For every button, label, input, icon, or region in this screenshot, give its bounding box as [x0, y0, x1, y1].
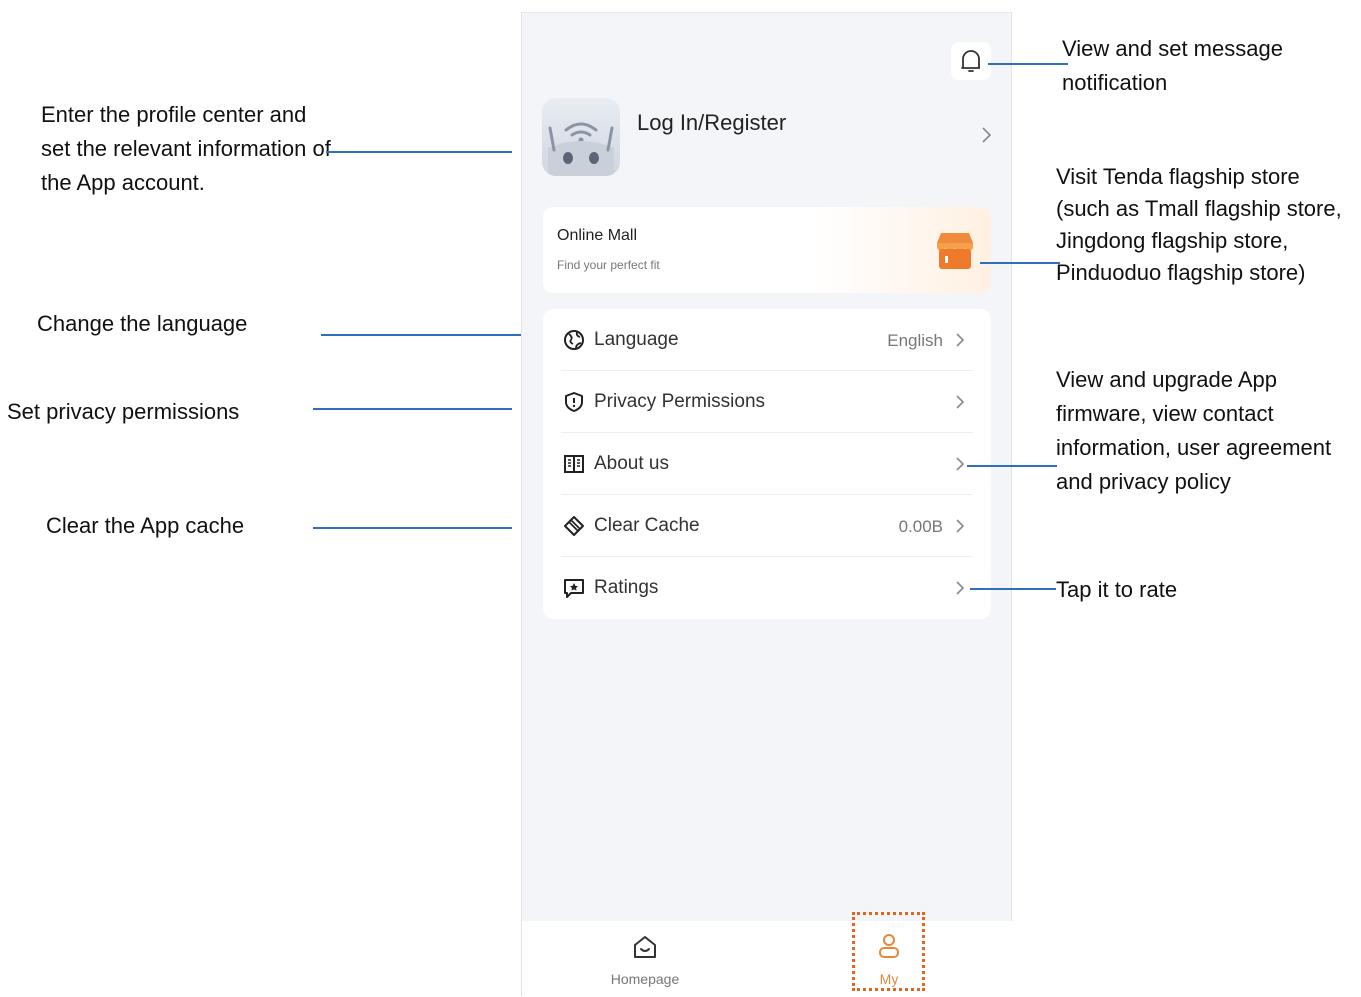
- tab-label-homepage: Homepage: [610, 971, 680, 987]
- annotation-notification: View and set message notification: [1062, 36, 1283, 95]
- home-icon: [634, 936, 656, 958]
- bottom-tab-bar: Homepage My: [522, 912, 1012, 997]
- avatar: [542, 98, 620, 176]
- annotation-about: View and upgrade App firmware, view cont…: [1056, 367, 1332, 494]
- settings-menu: Language English Privacy Permissions Abo…: [543, 309, 991, 619]
- tab-homepage[interactable]: Homepage: [585, 921, 705, 997]
- robot-avatar-icon: [548, 122, 614, 176]
- globe-icon: [564, 330, 584, 350]
- callout-line: [980, 262, 1060, 264]
- callout-line: [967, 465, 1057, 467]
- menu-item-ratings[interactable]: Ratings: [543, 557, 991, 619]
- callout-line: [988, 63, 1068, 65]
- profile-entry[interactable]: Log In/Register: [542, 98, 992, 178]
- chevron-right-icon: [956, 519, 965, 533]
- callout-line: [313, 527, 512, 529]
- callout-line: [321, 334, 521, 336]
- callout-line: [313, 408, 512, 410]
- eraser-icon: [564, 516, 584, 536]
- menu-item-about[interactable]: About us: [543, 433, 991, 495]
- mall-subtitle: Find your perfect fit: [557, 258, 660, 272]
- notification-button[interactable]: [951, 42, 991, 80]
- language-value: English: [887, 331, 943, 350]
- annotation-profile: Enter the profile center and set the rel…: [41, 102, 331, 195]
- menu-label-ratings: Ratings: [594, 577, 659, 598]
- shield-icon: [565, 392, 583, 412]
- callout-line: [970, 588, 1056, 590]
- chevron-right-icon: [956, 457, 965, 471]
- chevron-right-icon: [956, 333, 965, 347]
- chevron-right-icon: [956, 395, 965, 409]
- chevron-right-icon: [956, 581, 965, 595]
- menu-label-clear-cache: Clear Cache: [594, 515, 700, 536]
- highlight-box: [852, 912, 925, 991]
- phone-screen: Log In/Register Online Mall Find your pe…: [521, 12, 1012, 997]
- annotation-privacy: Set privacy permissions: [7, 399, 240, 424]
- annotation-language: Change the language: [37, 311, 248, 336]
- menu-label-about: About us: [594, 453, 669, 474]
- menu-label-language: Language: [594, 329, 679, 350]
- store-icon: [937, 233, 973, 269]
- rating-star-icon: [564, 579, 584, 598]
- mall-title: Online Mall: [557, 227, 638, 244]
- cache-size-value: 0.00B: [898, 517, 943, 536]
- book-icon: [564, 455, 584, 473]
- menu-item-clear-cache[interactable]: Clear Cache 0.00B: [543, 495, 991, 557]
- callout-line: [326, 151, 512, 153]
- annotation-store: Visit Tenda flagship store (such as Tmal…: [1056, 164, 1342, 285]
- menu-label-privacy: Privacy Permissions: [594, 391, 766, 412]
- annotation-rate: Tap it to rate: [1056, 577, 1178, 602]
- menu-item-language[interactable]: Language English: [543, 309, 991, 371]
- login-register-label: Log In/Register: [637, 110, 787, 135]
- chevron-right-icon: [982, 127, 992, 143]
- annotation-cache: Clear the App cache: [46, 513, 245, 538]
- menu-item-privacy[interactable]: Privacy Permissions: [543, 371, 991, 433]
- bell-icon: [961, 50, 980, 72]
- online-mall-card[interactable]: Online Mall Find your perfect fit: [543, 207, 991, 293]
